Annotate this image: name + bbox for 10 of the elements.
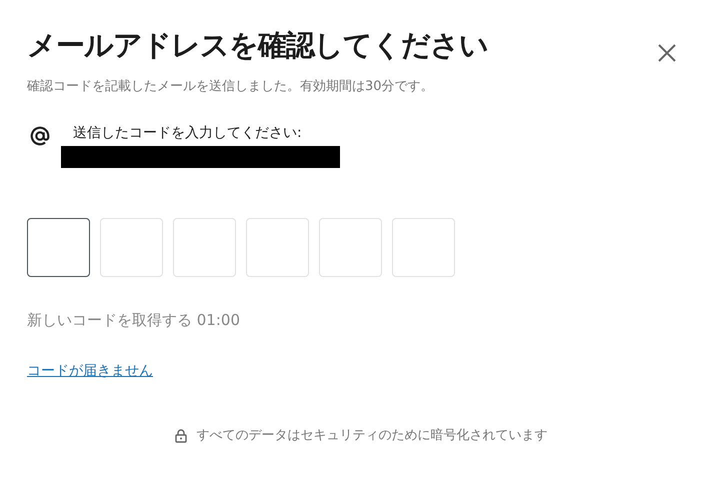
- lock-icon: [174, 428, 186, 443]
- code-not-received-link[interactable]: コードが届きません: [27, 361, 153, 382]
- close-icon: [657, 43, 677, 63]
- subtitle: 確認コードを記載したメールを送信しました。有効期間は30分です。: [27, 78, 434, 96]
- at-sign-icon: [29, 124, 51, 146]
- encryption-note: すべてのデータはセキュリティのために暗号化されています: [196, 427, 548, 445]
- code-prompt: 送信したコードを入力してください:: [73, 124, 302, 142]
- code-digit-field[interactable]: [27, 218, 90, 276]
- dialog-title: メールアドレスを確認してください: [27, 27, 488, 64]
- resend-timer: 新しいコードを取得する 01:00: [27, 310, 240, 330]
